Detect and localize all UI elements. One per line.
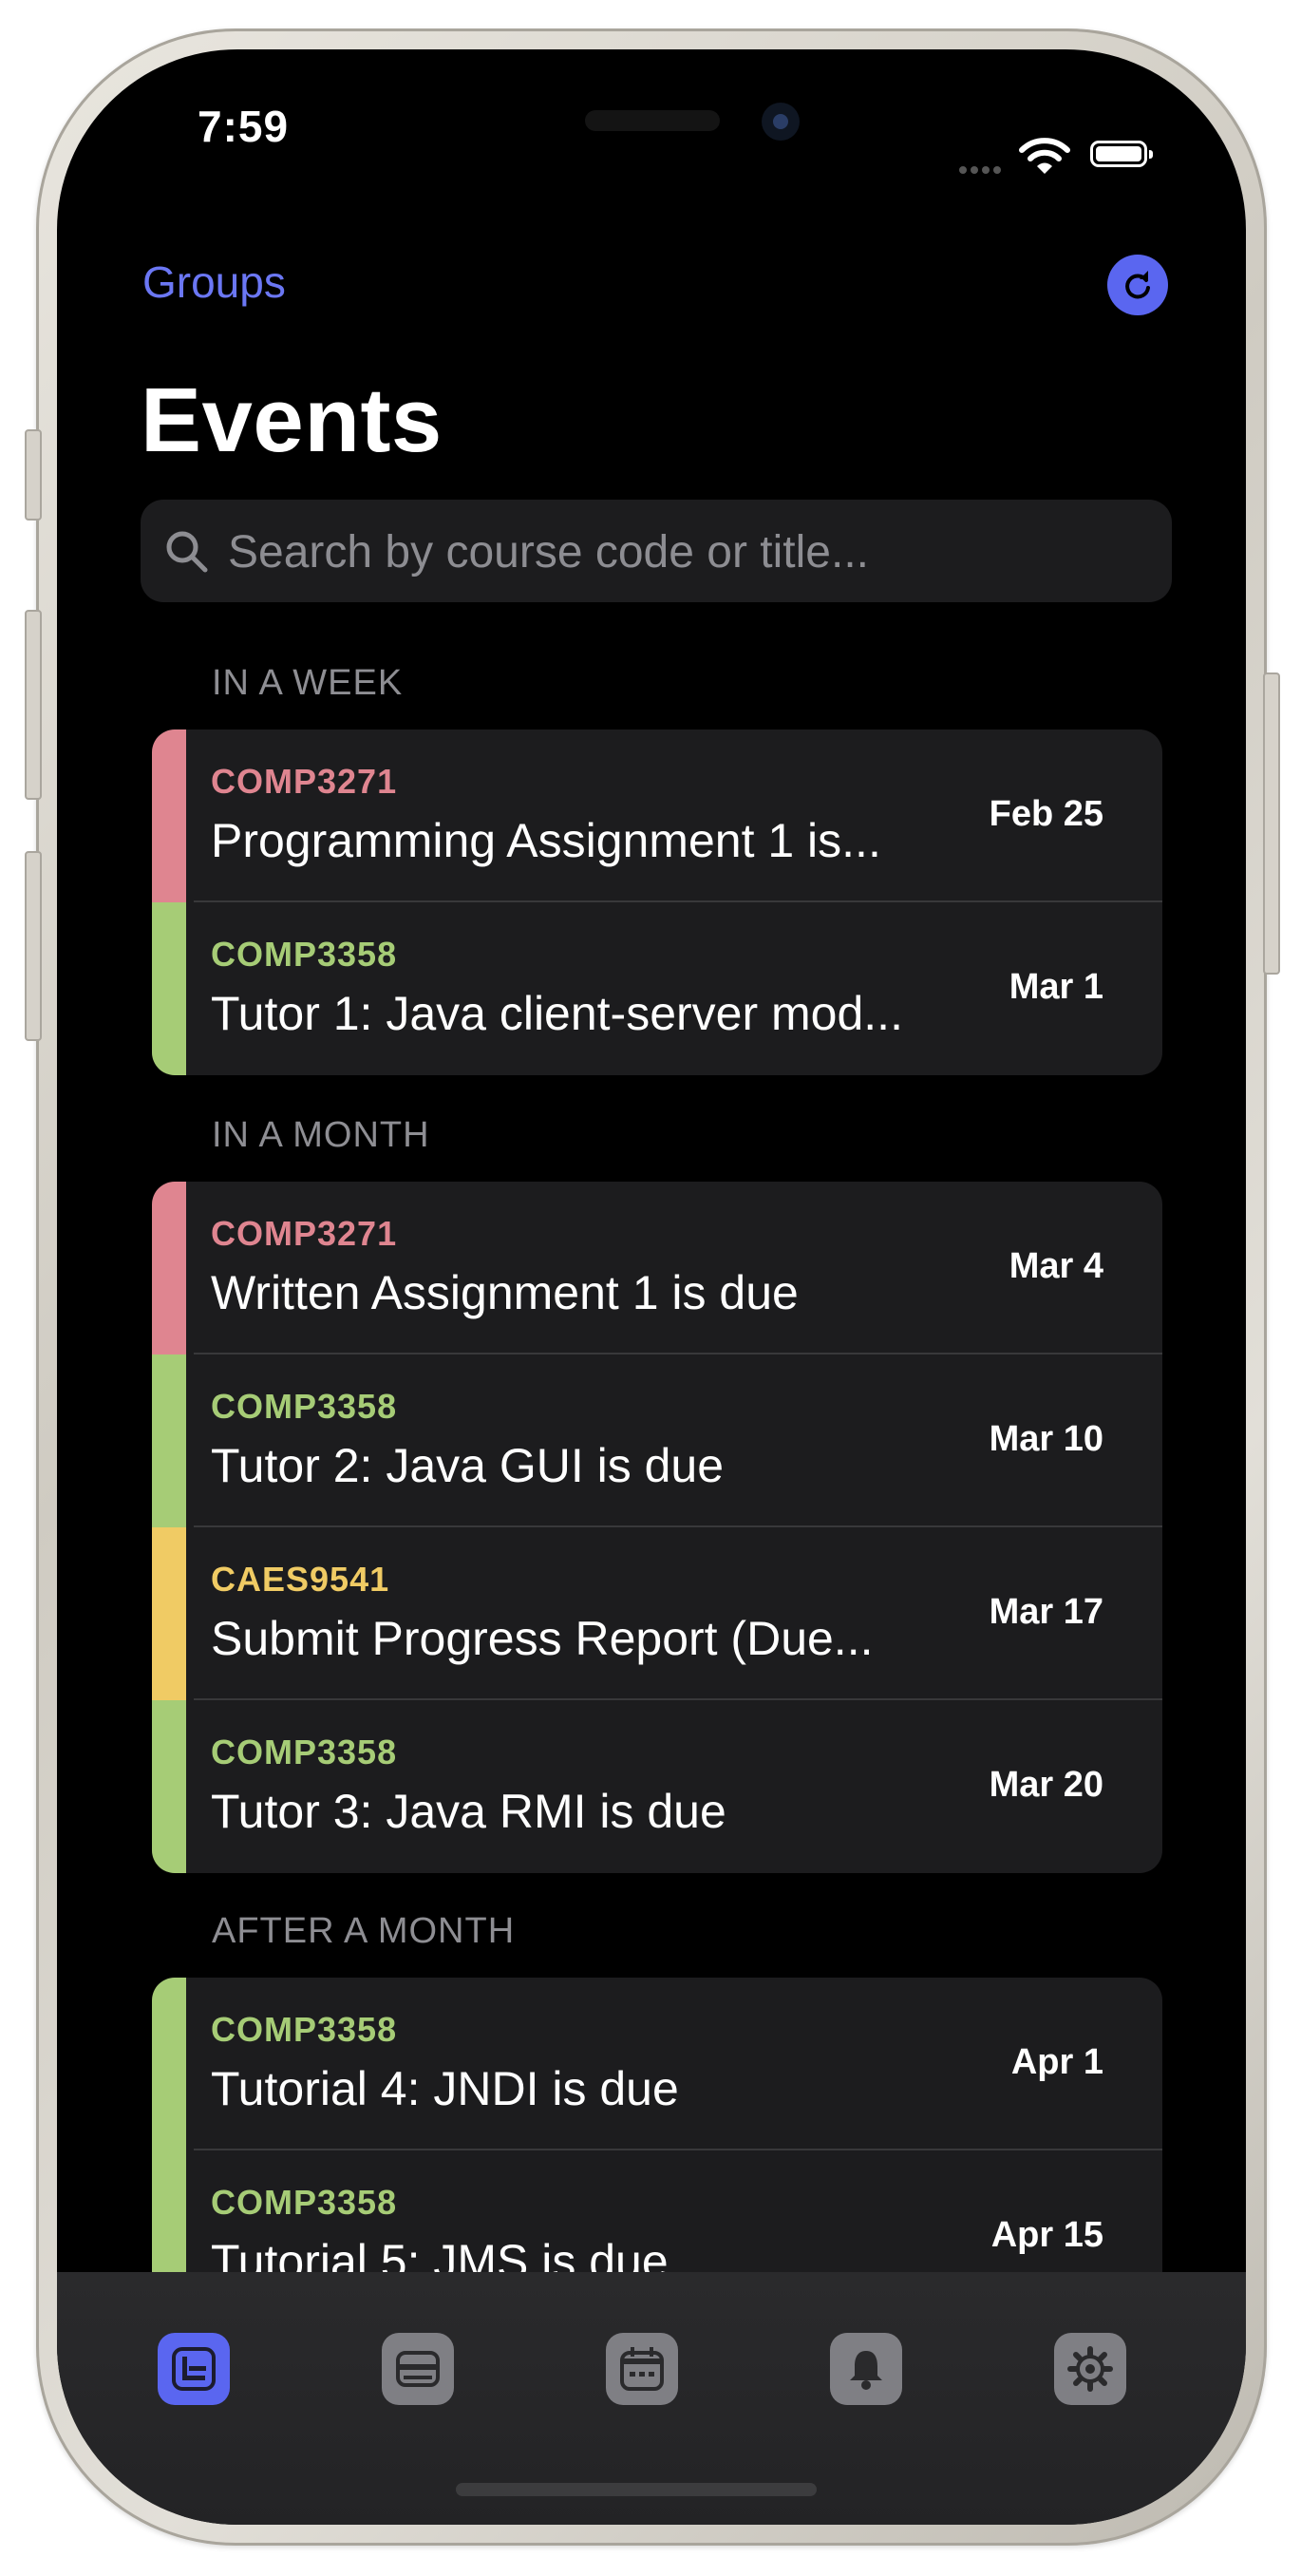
course-color-bar (152, 1182, 186, 1354)
mute-switch (25, 429, 42, 521)
event-date: Mar 10 (989, 1419, 1103, 1459)
event-course-code: COMP3271 (211, 1214, 398, 1253)
gear-icon (1067, 2346, 1113, 2392)
groups-back-button[interactable]: Groups (142, 256, 286, 308)
events-list-icon (172, 2347, 216, 2391)
event-row[interactable]: COMP3271 Programming Assignment 1 is... … (152, 729, 1162, 902)
event-course-code: COMP3358 (211, 2010, 398, 2049)
event-date: Mar 20 (989, 1765, 1103, 1805)
event-date: Mar 17 (989, 1592, 1103, 1632)
event-course-code: COMP3358 (211, 1387, 398, 1426)
power-button (1263, 672, 1280, 975)
tab-calendar[interactable] (606, 2333, 678, 2405)
event-course-code: COMP3358 (211, 935, 398, 974)
event-date: Mar 4 (1009, 1246, 1103, 1286)
event-group-in-a-week: COMP3271 Programming Assignment 1 is... … (152, 729, 1162, 1075)
card-icon (396, 2351, 440, 2387)
section-header-after-a-month: AFTER A MONTH (212, 1911, 516, 1951)
event-title: Tutor 3: Java RMI is due (211, 1785, 726, 1838)
tab-courses[interactable] (382, 2333, 454, 2405)
page-title: Events (141, 369, 443, 471)
event-group-in-a-month: COMP3271 Written Assignment 1 is due Mar… (152, 1182, 1162, 1873)
event-course-code: COMP3358 (211, 2183, 398, 2222)
event-title: Written Assignment 1 is due (211, 1266, 799, 1319)
refresh-icon (1125, 271, 1150, 299)
volume-down-button (25, 851, 42, 1041)
event-row[interactable]: CAES9541 Submit Progress Report (Due... … (152, 1527, 1162, 1700)
event-course-code: CAES9541 (211, 1560, 390, 1599)
event-title: Tutorial 4: JNDI is due (211, 2062, 679, 2115)
event-title: Programming Assignment 1 is... (211, 814, 881, 867)
course-color-bar (152, 1700, 186, 1873)
course-color-bar (152, 729, 186, 902)
course-color-bar (152, 1527, 186, 1700)
event-title: Submit Progress Report (Due... (211, 1612, 874, 1665)
signal-dots-icon (959, 161, 1012, 174)
event-title: Tutor 2: Java GUI is due (211, 1439, 725, 1492)
status-time: 7:59 (198, 102, 290, 151)
refresh-button[interactable] (1107, 255, 1168, 315)
tab-events[interactable] (158, 2333, 230, 2405)
earpiece (585, 110, 720, 131)
search-bar[interactable] (141, 500, 1172, 604)
event-course-code: COMP3358 (211, 1733, 398, 1771)
wifi-icon (1019, 138, 1070, 174)
event-course-code: COMP3271 (211, 762, 398, 801)
bell-icon (850, 2351, 882, 2390)
event-row[interactable]: COMP3271 Written Assignment 1 is due Mar… (152, 1182, 1162, 1354)
event-date: Mar 1 (1009, 967, 1103, 1007)
event-row[interactable]: COMP3358 Tutor 3: Java RMI is due Mar 20 (152, 1700, 1162, 1873)
search-icon (166, 531, 208, 573)
course-color-bar (152, 902, 186, 1075)
battery-icon (1090, 141, 1153, 167)
tab-notifications[interactable] (830, 2333, 902, 2405)
event-title: Tutor 1: Java client-server mod... (211, 987, 903, 1040)
event-row[interactable]: COMP3358 Tutor 2: Java GUI is due Mar 10 (152, 1354, 1162, 1527)
event-date: Feb 25 (989, 794, 1103, 834)
course-color-bar (152, 1354, 186, 1527)
tab-settings[interactable] (1054, 2333, 1126, 2405)
calendar-icon (620, 2347, 664, 2391)
section-header-in-a-month: IN A MONTH (212, 1115, 430, 1155)
home-indicator[interactable] (456, 2483, 817, 2496)
event-row[interactable]: COMP3358 Tutorial 4: JNDI is due Apr 1 (152, 1978, 1162, 2150)
section-header-in-a-week: IN A WEEK (212, 663, 404, 703)
course-color-bar (152, 1978, 186, 2150)
search-input[interactable] (226, 500, 1160, 604)
event-date: Apr 1 (1010, 2042, 1103, 2082)
event-row[interactable]: COMP3358 Tutor 1: Java client-server mod… (152, 902, 1162, 1075)
volume-up-button (25, 610, 42, 800)
screen: 7:59 Groups Events IN A WEEK COMP3271 Pr… (57, 49, 1246, 2525)
front-camera (762, 103, 800, 141)
event-date: Apr 15 (990, 2215, 1103, 2255)
